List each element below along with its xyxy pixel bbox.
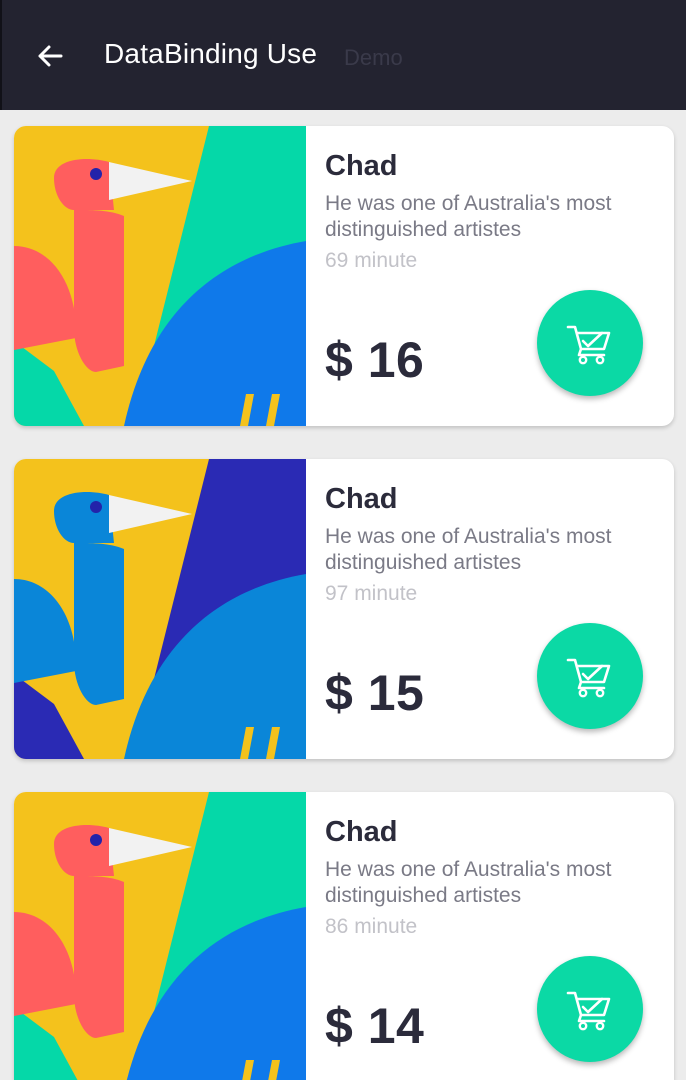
add-to-cart-button[interactable] xyxy=(537,956,643,1062)
product-name: Chad xyxy=(325,483,398,515)
product-illustration xyxy=(14,459,306,759)
product-price: $ 14 xyxy=(325,998,425,1054)
product-name: Chad xyxy=(325,150,398,182)
add-to-cart-button[interactable] xyxy=(537,623,643,729)
product-description: He was one of Australia's most distingui… xyxy=(325,192,612,241)
add-to-cart-button[interactable] xyxy=(537,290,643,396)
shopping-cart-check-icon xyxy=(566,325,611,365)
app-screen: DataBinding Use Demo Chad He was one of … xyxy=(0,0,686,1080)
toolbar: DataBinding Use Demo xyxy=(0,0,686,110)
product-info: Chad He was one of Australia's most dist… xyxy=(306,792,674,1080)
product-info: Chad He was one of Australia's most dist… xyxy=(306,126,674,426)
product-card[interactable]: Chad He was one of Australia's most dist… xyxy=(14,126,674,426)
product-name: Chad xyxy=(325,816,398,848)
shopping-cart-check-icon xyxy=(566,991,611,1031)
product-price: $ 15 xyxy=(325,665,425,721)
product-description: He was one of Australia's most distingui… xyxy=(325,525,612,574)
product-card[interactable]: Chad He was one of Australia's most dist… xyxy=(14,792,674,1080)
back-button[interactable] xyxy=(26,30,74,82)
product-duration: 86 minute xyxy=(325,915,418,938)
product-info: Chad He was one of Australia's most dist… xyxy=(306,459,674,759)
product-duration: 69 minute xyxy=(325,249,418,272)
product-duration: 97 minute xyxy=(325,582,418,605)
product-list[interactable]: Chad He was one of Australia's most dist… xyxy=(0,110,686,1080)
product-illustration xyxy=(14,792,306,1080)
page-title: DataBinding Use xyxy=(104,38,318,69)
product-illustration xyxy=(14,126,306,426)
arrow-left-icon xyxy=(38,45,63,67)
shopping-cart-check-icon xyxy=(566,658,611,698)
product-description: He was one of Australia's most distingui… xyxy=(325,858,612,907)
page-subtitle: Demo xyxy=(344,45,403,70)
product-card[interactable]: Chad He was one of Australia's most dist… xyxy=(14,459,674,759)
product-price: $ 16 xyxy=(325,332,425,388)
